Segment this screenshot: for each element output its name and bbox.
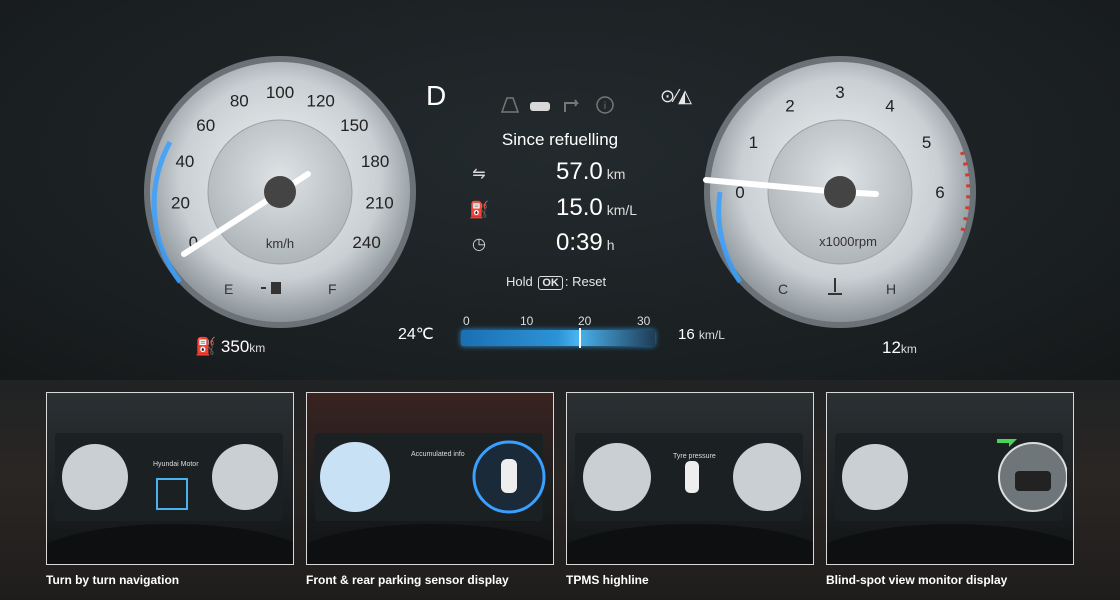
efficiency-row: 15.0 km/L (556, 194, 637, 224)
speed-tick-label: 80 (230, 92, 249, 111)
eco-efficiency-readout: 16 km/L (678, 326, 725, 343)
efficiency-unit: km/L (606, 202, 638, 218)
fuel-pump-small-icon: ⛽ (195, 337, 217, 356)
eco-tick-0: 0 (463, 314, 470, 328)
eco-efficiency-bar (461, 330, 655, 346)
speed-tick-label: 180 (361, 152, 389, 171)
time-unit: h (606, 237, 615, 253)
caption-tpms: TPMS highline (566, 573, 649, 587)
fuel-range: ⛽ 350km (195, 337, 266, 356)
temp-cold-label: C (778, 281, 788, 297)
distance-unit: km (606, 166, 626, 182)
speed-unit: km/h (266, 236, 294, 251)
speed-tick-label: 120 (307, 92, 335, 111)
trip-distance: 12km (882, 338, 917, 357)
clock-icon: ◷ (472, 236, 486, 253)
svg-text:i: i (604, 101, 606, 112)
trip-title: Since refuelling (501, 130, 619, 149)
speedometer: 020406080 100 120150180210240 km/h E F (144, 56, 416, 328)
fuel-empty-label: E (224, 281, 233, 297)
rpm-tick-label: 2 (785, 96, 794, 115)
steering-lane-icon: ⊙⁄◭ (660, 86, 692, 106)
efficiency-value: 15.0 (556, 194, 603, 221)
reset-hint: Hold OK: Reset (506, 274, 607, 290)
time-value: 0:39 (556, 229, 603, 256)
eco-tick-10: 10 (520, 314, 534, 328)
caption-blind-spot: Blind-spot view monitor display (826, 573, 1008, 587)
caption-turn-by-turn: Turn by turn navigation (46, 573, 180, 587)
mini-gauges (842, 439, 1067, 512)
speed-tick-label: 40 (175, 152, 194, 171)
adas-status-icons: i (500, 96, 614, 114)
thumbnail-parking-sensor: Accumulated info (306, 392, 554, 565)
rpm-tick-label: 4 (885, 96, 894, 115)
rpm-tick-label: 3 (835, 83, 844, 102)
eco-efficiency-marker (579, 328, 582, 348)
speed-tick-label: 100 (266, 83, 294, 102)
rpm-unit: x1000rpm (819, 234, 877, 249)
speed-tick-label: 210 (365, 194, 393, 213)
eco-tick-30: 30 (637, 314, 651, 328)
speed-tick-label: 240 (352, 233, 380, 252)
gear-indicator: D (426, 80, 447, 111)
speed-tick-label: 20 (171, 194, 190, 213)
rpm-tick-label: 6 (935, 183, 944, 202)
time-row: 0:39 h (556, 229, 615, 259)
distance-row: 57.0 km (556, 158, 625, 188)
car-route-icon: ⇋ (472, 166, 486, 183)
fuel-pump-icon: ⛽ (469, 202, 489, 219)
instrument-cluster: 0 20 40 60 80 100 120 150 180 210 240 km/h E F 012… (0, 0, 1120, 380)
thumbnail-blind-spot (826, 392, 1074, 565)
thumbnail-turn-by-turn: Hyundai Motor (46, 392, 294, 565)
fuel-full-label: F (328, 281, 337, 297)
outside-temperature: 24℃ (398, 326, 434, 343)
mini-gauges (62, 444, 278, 510)
thumbnail-tpms: Tyre pressure (566, 392, 814, 565)
distance-value: 57.0 (556, 158, 603, 185)
caption-parking-sensor: Front & rear parking sensor display (306, 573, 509, 587)
tachometer: 0123456 x1000rpm C H (703, 56, 976, 328)
eco-tick-20: 20 (578, 314, 592, 328)
ok-key: OK (538, 276, 563, 290)
mini-gauges (583, 443, 801, 511)
temp-hot-label: H (886, 281, 896, 297)
mini-gauges (320, 440, 546, 514)
